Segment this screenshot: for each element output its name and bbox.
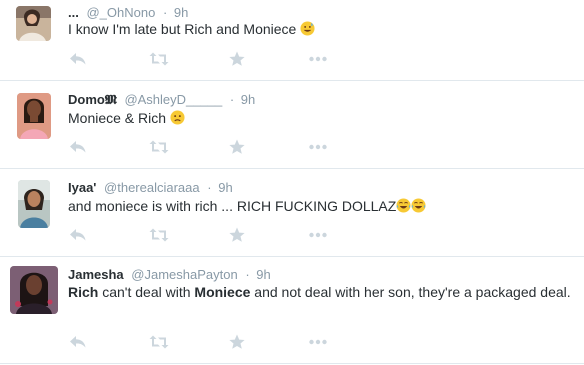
tweet[interactable]: Jamesha @JameshaPayton · 9h Rich can't d… [0,257,584,364]
separator-dot: · [162,5,168,20]
timestamp[interactable]: 9h [241,92,255,107]
reply-icon[interactable] [68,227,88,243]
tweet-feed: ... @_OhNono · 9h I know I'm late but Ri… [0,0,584,365]
tweet-text-content: and not deal with her son, they're a pac… [250,284,571,300]
tweet-text-content: can't deal with [98,284,195,300]
tweet[interactable]: Domo𝕸 @AshleyD_____ · 9h Moniece & Rich [0,81,584,169]
tweet-header: ... @_OhNono · 9h [68,5,188,21]
retweet-icon[interactable] [149,51,169,67]
mention-moniece: Moniece [194,284,251,300]
author-username[interactable]: @therealciaraaa [104,180,200,195]
author-username[interactable]: @AshleyD_____ [124,92,222,107]
separator-dot: · [229,92,235,107]
author-name[interactable]: ... [68,5,79,20]
more-icon[interactable] [308,334,328,350]
retweet-icon[interactable] [149,139,169,155]
retweet-icon[interactable] [149,227,169,243]
tweet-text: Rich can't deal with Moniece and not dea… [68,283,576,302]
more-icon[interactable] [308,51,328,67]
retweet-icon[interactable] [149,334,169,350]
avatar[interactable] [16,6,51,41]
timestamp[interactable]: 9h [218,180,232,195]
favorite-icon[interactable] [227,139,247,155]
avatar[interactable] [10,266,58,314]
reply-icon[interactable] [68,139,88,155]
author-name[interactable]: Jamesha [68,267,124,282]
favorite-icon[interactable] [227,51,247,67]
avatar[interactable] [18,180,50,228]
separator-dot: · [207,180,212,195]
tweet[interactable]: Iyaa' @therealciaraaa · 9h and moniece i… [0,169,584,257]
more-icon[interactable] [308,227,328,243]
joy-emoji-icon [396,198,426,218]
author-username[interactable]: @_OhNono [86,5,155,20]
tweet-text: I know I'm late but Rich and Moniece [68,20,576,41]
favorite-icon[interactable] [227,227,247,243]
mention-rich: Rich [68,284,99,300]
confused-emoji-icon [170,110,185,130]
author-name[interactable]: Domo𝕸 [68,92,117,107]
timestamp[interactable]: 9h [174,5,188,20]
tweet-header: Iyaa' @therealciaraaa · 9h [68,180,233,196]
reply-icon[interactable] [68,51,88,67]
tweet-text-content: I know I'm late but Rich and Moniece [68,21,297,37]
tweet-text: Moniece & Rich [68,109,576,130]
tweet[interactable]: ... @_OhNono · 9h I know I'm late but Ri… [0,0,584,81]
reply-icon[interactable] [68,334,88,350]
avatar[interactable] [17,93,51,139]
tweet-header: Jamesha @JameshaPayton · 9h [68,267,271,283]
separator-dot: · [245,267,250,282]
sweat-smile-emoji-icon [300,21,315,41]
tweet-text: and moniece is with rich ... RICH FUCKIN… [68,197,576,218]
tweet-text-content: and moniece is with rich ... RICH FUCKIN… [68,198,397,214]
tweet-header: Domo𝕸 @AshleyD_____ · 9h [68,92,255,108]
timestamp[interactable]: 9h [256,267,270,282]
favorite-icon[interactable] [227,334,247,350]
more-icon[interactable] [308,139,328,155]
author-username[interactable]: @JameshaPayton [131,267,237,282]
author-name[interactable]: Iyaa' [68,180,96,195]
tweet-text-content: Moniece & Rich [68,110,167,126]
